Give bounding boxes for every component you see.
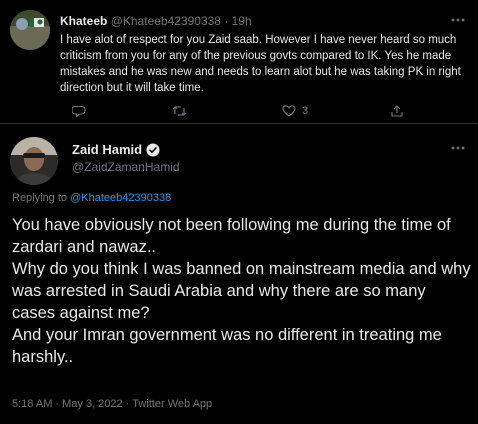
- replying-to-label: Replying to: [12, 192, 71, 204]
- reply-author-name[interactable]: Khateeb: [60, 14, 107, 28]
- tweet-meta[interactable]: 5:18 AM · May 3, 2022 · Twitter Web App: [12, 398, 212, 410]
- like-button[interactable]: 3: [282, 104, 308, 118]
- reply-timestamp[interactable]: 19h: [232, 14, 252, 28]
- reply-author-handle[interactable]: @Khateeb42390338: [111, 14, 221, 28]
- verified-icon: [146, 143, 160, 156]
- replying-to: Replying to @Khateeb42390338: [12, 192, 171, 204]
- retweet-icon: [172, 106, 187, 116]
- reply-tweet[interactable]: Khateeb @Khateeb42390338 · 19h I have al…: [0, 0, 478, 123]
- divider: [0, 123, 478, 124]
- reply-separator: ·: [224, 14, 229, 28]
- reply-button[interactable]: [72, 104, 86, 118]
- retweet-button[interactable]: [172, 104, 187, 118]
- main-author-name[interactable]: Zaid Hamid: [72, 142, 142, 157]
- main-avatar[interactable]: [10, 137, 58, 185]
- main-author-handle[interactable]: @ZaidZamanHamid: [72, 160, 180, 174]
- replying-to-mention[interactable]: @Khateeb42390338: [70, 192, 171, 204]
- main-author[interactable]: Zaid Hamid: [72, 142, 160, 157]
- reply-icon: [72, 105, 86, 118]
- main-tweet-text: You have obviously not been following me…: [12, 216, 471, 366]
- reply-actions: 3: [60, 104, 460, 122]
- like-count: 3: [302, 105, 309, 117]
- like-icon: [282, 105, 296, 117]
- more-icon[interactable]: [450, 12, 466, 28]
- more-icon[interactable]: [450, 140, 466, 156]
- share-icon: [391, 105, 403, 117]
- reply-avatar[interactable]: [10, 10, 50, 50]
- reply-header: Khateeb @Khateeb42390338 · 19h: [60, 14, 252, 28]
- share-button[interactable]: [390, 104, 404, 118]
- reply-text: I have alot of respect for you Zaid saab…: [60, 34, 461, 94]
